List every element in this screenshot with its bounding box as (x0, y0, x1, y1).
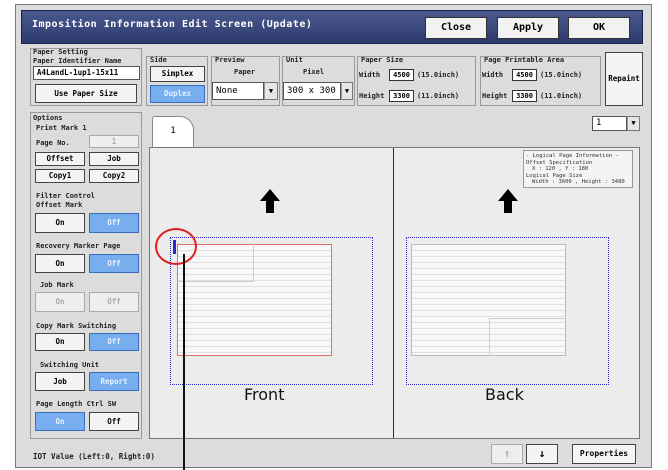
window-title: Imposition Information Edit Screen (Upda… (32, 19, 313, 30)
unit-select[interactable]: 300 x 300 (283, 82, 341, 100)
printable-width-field[interactable]: 4500 (512, 69, 537, 81)
preview-select[interactable]: None (212, 82, 264, 100)
switching-job-button[interactable]: Job (35, 372, 85, 391)
job-mark-off-button[interactable]: Off (89, 292, 139, 312)
paper-width-inch: (15.0inch) (417, 71, 460, 79)
paper-width-label: Width (359, 71, 381, 79)
preview-dropdown-chevron-icon[interactable]: ▼ (264, 82, 278, 100)
side-label: Side (150, 56, 167, 64)
back-up-arrow-icon (498, 189, 518, 213)
filter-on-button[interactable]: On (35, 213, 85, 233)
paper-width-field[interactable]: 4500 (389, 69, 414, 81)
simplex-button[interactable]: Simplex (150, 66, 205, 82)
paper-height-label: Height (359, 92, 385, 100)
print-mark-label: Print Mark 1 (36, 124, 87, 132)
pointer-line (183, 254, 185, 470)
page-no-field[interactable]: 1 (89, 135, 139, 148)
copy-mark-off-button[interactable]: Off (89, 333, 139, 351)
printable-width-inch: (15.0inch) (540, 71, 583, 79)
copy-mark-on-button[interactable]: On (35, 333, 85, 351)
unit-pixel-label: Pixel (303, 68, 325, 76)
back-mark-region (489, 318, 566, 356)
front-up-arrow-icon (260, 189, 280, 213)
recovery-off-button[interactable]: Off (89, 254, 139, 273)
front-label: Front (244, 385, 285, 404)
recovery-marker-label: Recovery Marker Page (36, 242, 121, 250)
job-mark-on-button[interactable]: On (35, 292, 85, 312)
close-button[interactable]: Close (425, 17, 487, 39)
info-line-1: - Logical Page Information - (526, 153, 619, 159)
paper-height-inch: (11.0inch) (417, 92, 460, 100)
filter-control-label: Filter Control (36, 192, 96, 200)
paper-setting-label: Paper Setting (33, 48, 88, 56)
scroll-down-button[interactable]: ↓ (526, 444, 558, 464)
duplex-button[interactable]: Duplex (150, 85, 205, 103)
page-no-label: Page No. (36, 139, 70, 147)
repaint-button[interactable]: Repaint (605, 52, 643, 106)
page-length-off-button[interactable]: Off (89, 412, 139, 431)
logical-page-info-box: - Logical Page Information - Offset Spec… (523, 150, 633, 188)
apply-button[interactable]: Apply (497, 17, 559, 39)
unit-dropdown-chevron-icon[interactable]: ▼ (341, 82, 353, 100)
iot-value-status: IOT Value (Left:0, Right:0) (33, 452, 155, 461)
page-length-on-button[interactable]: On (35, 412, 85, 431)
switching-report-button[interactable]: Report (89, 372, 139, 391)
info-line-5: Width : 3600 , Height : 3480 (532, 179, 625, 185)
printable-area-label: Page Printable Area (484, 56, 565, 64)
printable-height-field[interactable]: 3300 (512, 90, 537, 102)
preview-label: Preview (215, 56, 245, 64)
options-label: Options (33, 114, 63, 122)
paper-height-field[interactable]: 3300 (389, 90, 414, 102)
ok-button[interactable]: OK (568, 17, 630, 39)
use-paper-size-button[interactable]: Use Paper Size (35, 84, 137, 103)
printable-height-inch: (11.0inch) (540, 92, 583, 100)
paper-identifier-label: Paper Identifier Name (33, 57, 122, 65)
offset-mark-label: Offset Mark (36, 201, 83, 209)
job-mark-label: Job Mark (40, 281, 74, 289)
highlight-circle (155, 228, 197, 265)
filter-off-button[interactable]: Off (89, 213, 139, 233)
unit-label: Unit (286, 56, 303, 64)
page-select[interactable]: 1 (592, 116, 627, 131)
printable-height-label: Height (482, 92, 508, 100)
job-button[interactable]: Job (89, 152, 139, 166)
tab-1[interactable]: 1 (152, 116, 194, 148)
back-label: Back (485, 385, 524, 404)
copy2-button[interactable]: Copy2 (89, 169, 139, 183)
scroll-up-button[interactable]: ↑ (491, 444, 523, 464)
paper-identifier-field[interactable]: A4LandL-1up1-15x11 (33, 66, 140, 80)
paper-size-label: Paper Size (361, 56, 404, 64)
preview-paper-label: Paper (234, 68, 256, 76)
printable-width-label: Width (482, 71, 504, 79)
page-length-label: Page Length Ctrl SW (36, 400, 117, 408)
properties-button[interactable]: Properties (572, 444, 636, 464)
copy1-button[interactable]: Copy1 (35, 169, 85, 183)
copy-mark-label: Copy Mark Switching (36, 322, 117, 330)
title-bar: Imposition Information Edit Screen (Upda… (21, 10, 643, 44)
switching-unit-label: Switching Unit (40, 361, 100, 369)
offset-button[interactable]: Offset (35, 152, 85, 166)
recovery-on-button[interactable]: On (35, 254, 85, 273)
page-select-chevron-icon[interactable]: ▼ (627, 116, 640, 131)
